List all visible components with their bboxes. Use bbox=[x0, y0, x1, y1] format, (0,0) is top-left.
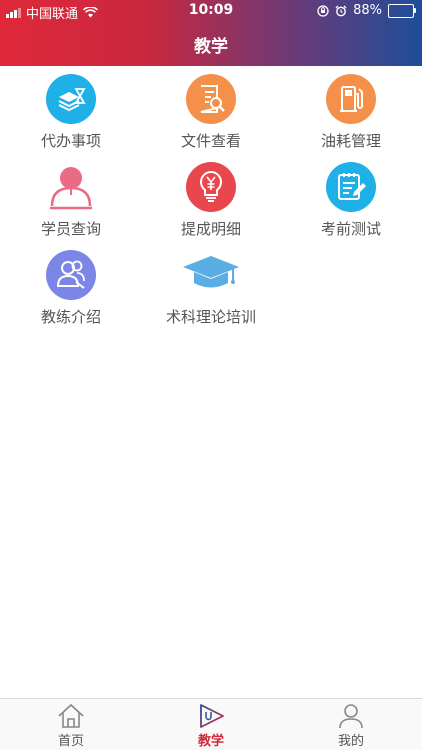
menu-item-theory-training[interactable]: 术科理论培训 bbox=[141, 250, 281, 327]
menu-item-label: 油耗管理 bbox=[320, 132, 381, 150]
menu-item-label: 文件查看 bbox=[180, 132, 241, 150]
tab-mine[interactable]: 我的 bbox=[301, 703, 401, 749]
yen-lightbulb-icon bbox=[186, 162, 236, 212]
menu-item-pre-exam-test[interactable]: 考前测试 bbox=[281, 162, 421, 239]
battery-icon bbox=[388, 3, 416, 18]
menu-item-student-query[interactable]: 学员查询 bbox=[1, 162, 141, 239]
play-icon bbox=[200, 704, 224, 728]
menu-item-commission-details[interactable]: 提成明细 bbox=[141, 162, 281, 239]
rotation-lock-icon bbox=[317, 4, 329, 17]
tab-label: 教学 bbox=[197, 734, 224, 749]
user-icon bbox=[339, 704, 363, 729]
battery-percent: 88% bbox=[353, 3, 382, 18]
status-bar: 中国联通 10:09 88% bbox=[0, 0, 422, 22]
hourglass-stack-icon bbox=[46, 74, 96, 124]
student-icon bbox=[50, 167, 92, 210]
tab-label: 我的 bbox=[337, 734, 364, 749]
menu-item-coach-intro[interactable]: 教练介绍 bbox=[1, 250, 141, 327]
menu-item-label: 提成明细 bbox=[180, 220, 241, 238]
menu-item-label: 考前测试 bbox=[320, 220, 381, 238]
alarm-icon bbox=[335, 5, 347, 16]
home-icon bbox=[58, 703, 84, 728]
menu-item-label: 代办事项 bbox=[40, 132, 101, 150]
menu-item-label: 教练介绍 bbox=[40, 308, 101, 326]
menu-item-fuel-management[interactable]: 油耗管理 bbox=[281, 74, 421, 151]
coach-group-icon bbox=[46, 250, 96, 300]
fuel-pump-icon bbox=[326, 74, 376, 124]
tab-teaching[interactable]: 教学 bbox=[161, 703, 261, 749]
page-title: 教学 bbox=[194, 37, 228, 57]
tab-label: 首页 bbox=[57, 734, 84, 749]
clipboard-edit-icon bbox=[326, 162, 376, 212]
tab-home[interactable]: 首页 bbox=[21, 703, 121, 749]
tab-bar: 首页 教学 我的 bbox=[0, 698, 422, 750]
graduation-cap-icon bbox=[183, 256, 239, 288]
top-bar: 中国联通 10:09 88% 教学 bbox=[0, 0, 422, 66]
document-search-icon bbox=[186, 74, 236, 124]
menu-item-pending-tasks[interactable]: 代办事项 bbox=[1, 74, 141, 151]
menu-item-file-view[interactable]: 文件查看 bbox=[141, 74, 281, 151]
menu-item-label: 学员查询 bbox=[40, 220, 101, 238]
menu-item-label: 术科理论培训 bbox=[165, 308, 256, 326]
